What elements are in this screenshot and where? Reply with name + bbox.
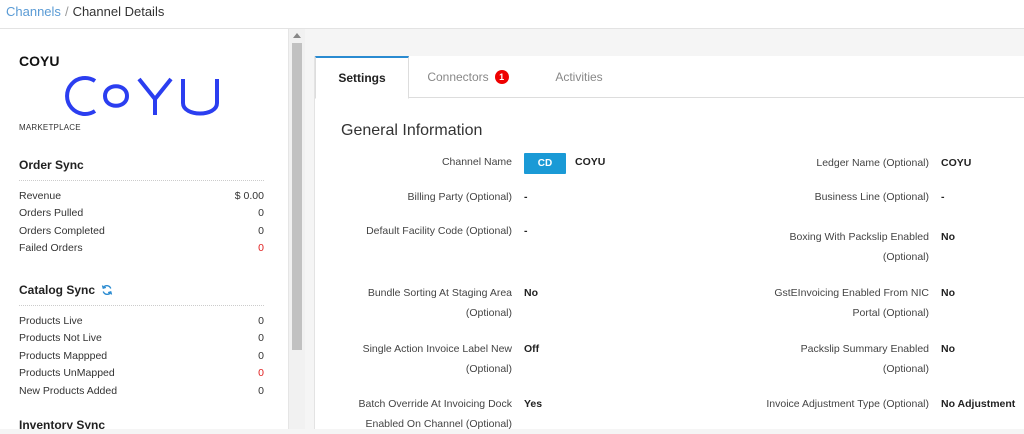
channel-code-badge: CD <box>524 153 566 174</box>
single-action-label-line2: (Optional) <box>465 363 512 375</box>
inventory-sync-title-text: Inventory Sync <box>19 417 106 430</box>
default-facility-value: - <box>524 225 528 237</box>
channel-details-panel: Settings Connectors 1 Activities General … <box>314 56 1024 430</box>
batch-override-label-line2: Enabled On Channel (Optional) <box>365 418 512 430</box>
bundle-sorting-value: No <box>524 287 538 299</box>
catalog-sync-title-text: Catalog Sync <box>19 283 96 297</box>
single-action-label: Single Action Invoice Label New (Optional… <box>363 339 512 379</box>
business-line-label: Business Line (Optional) <box>814 191 929 203</box>
stat-label: Products Not Live <box>19 332 102 345</box>
invoice-adjustment-value: No Adjustment <box>941 398 1016 410</box>
tab-activities[interactable]: Activities <box>527 56 631 98</box>
stat-label: Products Mappped <box>19 349 108 362</box>
channel-type-label: MARKETPLACE <box>19 123 81 132</box>
tab-settings-label: Settings <box>338 71 386 85</box>
breadcrumb-separator: / <box>64 4 69 19</box>
stat-row: Products Not Live 0 <box>19 330 264 348</box>
stat-label: New Products Added <box>19 384 118 397</box>
packslip-summary-value: No <box>941 343 955 355</box>
ledger-name-value: COYU <box>941 157 972 169</box>
invoice-adjustment-label: Invoice Adjustment Type (Optional) <box>766 398 929 410</box>
batch-override-value: Yes <box>524 398 543 410</box>
tab-connectors[interactable]: Connectors 1 <box>409 56 527 98</box>
packslip-summary-label-line2: (Optional) <box>882 363 929 375</box>
stat-row: Orders Completed 0 <box>19 222 264 240</box>
sidebar-scrollbar[interactable] <box>288 29 305 429</box>
tab-connectors-label: Connectors <box>427 70 489 84</box>
gst-einvoicing-label-line2: Portal (Optional) <box>852 307 929 319</box>
stat-row: Products Live 0 <box>19 312 264 330</box>
connectors-alert-badge: 1 <box>494 70 509 84</box>
stat-row: Failed Orders 0 <box>19 240 264 258</box>
stat-value: $ 0.00 <box>234 189 264 202</box>
scroll-up-arrow-icon[interactable] <box>293 33 301 38</box>
billing-party-label: Billing Party (Optional) <box>407 191 512 203</box>
stat-value: 0 <box>258 242 264 255</box>
stat-label: Revenue <box>19 189 62 202</box>
stat-row: Orders Pulled 0 <box>19 205 264 223</box>
order-sync-title-text: Order Sync <box>19 158 84 172</box>
stat-row: New Products Added 0 <box>19 382 264 400</box>
catalog-sync-title: Catalog Sync <box>19 283 264 306</box>
stat-value: 0 <box>258 207 264 220</box>
stat-label: Products UnMapped <box>19 367 115 380</box>
refresh-icon[interactable] <box>101 284 113 296</box>
bundle-sorting-label-line2: (Optional) <box>465 307 512 319</box>
boxing-packslip-label-line2: (Optional) <box>882 251 929 263</box>
stat-row: Products UnMapped 0 <box>19 365 264 383</box>
stat-row: Products Mappped 0 <box>19 347 264 365</box>
bundle-sorting-label-line1: Bundle Sorting At Staging Area <box>367 287 512 299</box>
channel-name-heading: COYU <box>19 53 60 69</box>
stat-label: Orders Completed <box>19 224 105 237</box>
stat-label: Products Live <box>19 314 83 327</box>
batch-override-label-line1: Batch Override At Invoicing Dock <box>358 398 513 410</box>
breadcrumb-channels-link[interactable]: Channels <box>6 4 61 19</box>
inventory-sync-title: Inventory Sync <box>19 418 264 430</box>
batch-override-label: Batch Override At Invoicing Dock Enabled … <box>359 394 513 434</box>
stat-value: 0 <box>258 349 264 362</box>
order-sync-stats: Revenue $ 0.00 Orders Pulled 0 Orders Comp… <box>19 187 264 257</box>
packslip-summary-label-line1: Packslip Summary Enabled <box>800 343 929 355</box>
stat-value: 0 <box>258 224 264 237</box>
channel-name-label: Channel Name <box>441 156 512 168</box>
billing-party-value: - <box>524 191 528 203</box>
bundle-sorting-label: Bundle Sorting At Staging Area (Optional) <box>368 283 512 323</box>
packslip-summary-label: Packslip Summary Enabled (Optional) <box>801 339 929 379</box>
business-line-value: - <box>941 191 945 203</box>
boxing-packslip-label: Boxing With Packslip Enabled (Optional) <box>790 227 930 267</box>
stat-value: 0 <box>258 367 264 380</box>
channel-summary-panel: COYU MARKETPLACE Order Sync Revenue $ 0.0… <box>0 29 288 429</box>
breadcrumb: Channels / Channel Details <box>0 0 1024 29</box>
ledger-name-label: Ledger Name (Optional) <box>816 157 929 169</box>
stat-row: Revenue $ 0.00 <box>19 187 264 205</box>
default-facility-label: Default Facility Code (Optional) <box>366 225 512 237</box>
single-action-label-line1: Single Action Invoice Label New <box>362 343 512 355</box>
scrollbar-thumb[interactable] <box>292 43 302 350</box>
gst-einvoicing-value: No <box>941 287 955 299</box>
channel-logo <box>65 76 219 116</box>
stat-label: Failed Orders <box>19 242 83 255</box>
breadcrumb-current: Channel Details <box>72 4 165 19</box>
gst-einvoicing-label: GstEInvoicing Enabled From NIC Portal (Op… <box>774 283 929 323</box>
catalog-sync-stats: Products Live 0 Products Not Live 0 Produc… <box>19 312 264 400</box>
single-action-value: Off <box>524 343 540 355</box>
stat-label: Orders Pulled <box>19 207 84 220</box>
order-sync-title: Order Sync <box>19 158 264 181</box>
tab-settings[interactable]: Settings <box>315 56 409 99</box>
section-title: General Information <box>341 122 483 139</box>
stat-value: 0 <box>258 314 264 327</box>
stat-value: 0 <box>258 332 264 345</box>
channel-name-value: COYU <box>575 156 606 168</box>
stat-value: 0 <box>258 384 264 397</box>
boxing-packslip-value: No <box>941 231 955 243</box>
gst-einvoicing-label-line1: GstEInvoicing Enabled From NIC <box>774 287 929 299</box>
tab-activities-label: Activities <box>555 70 603 84</box>
boxing-packslip-label-line1: Boxing With Packslip Enabled <box>789 231 930 243</box>
tab-bar: Settings Connectors 1 Activities <box>315 56 1024 99</box>
